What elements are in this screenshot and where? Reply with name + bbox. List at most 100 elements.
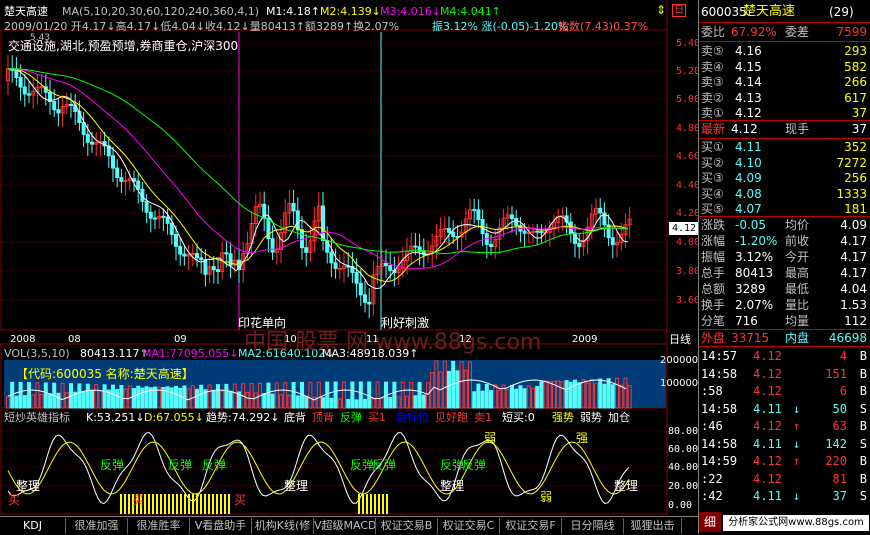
candle-body [178,245,183,255]
candle-body [510,214,514,220]
signal-column [386,494,388,514]
candle-body [148,211,153,219]
signal-column [184,494,186,514]
buy-level-row: 买③ 4.09 256 [701,171,867,185]
candle-body [195,253,199,259]
volume-bar [165,386,170,409]
signal-column [370,494,372,514]
window-toggle-icon[interactable]: 日 [672,4,686,17]
tick-row: :22 4.12 81 B [701,471,867,486]
settings-icon[interactable]: ⇕ [656,4,666,17]
candle-body [203,259,208,275]
volume-bar [270,393,275,409]
price-tick: 5.20 [676,66,701,77]
signal-column [196,494,198,514]
signal-column [164,494,166,514]
buy-level-row: 买⑤ 4.07 181 [701,202,867,216]
indicator-tabs: KDJ 很准加强 很准胜率 V看盘助手 机构K线(修 V超级MACD 权证交易B 权证交易C 权… [0,516,698,535]
volume-bar [564,380,569,409]
indicator-tab[interactable]: 很准加强 [66,518,128,534]
site-banner: 分析家公式网www.88gs.com [723,515,869,531]
volume-bar [329,397,334,409]
candle-body [522,230,527,234]
indicator-signal-label: 买 [132,493,145,507]
indicator-tab[interactable]: V超级MACD [314,518,376,534]
candle-body [489,243,493,247]
tick-row: :42 4.11 ↓ 37 S [701,489,867,503]
candle-body [363,294,367,303]
indicator-signal-label: 反弹 [202,458,227,472]
indicator-tab[interactable]: V看盘助手 [190,518,252,534]
stat-row: 分笔 716 均量 112 [701,314,867,328]
candle-body [321,205,325,242]
ohlc-info: 2009/01/20 开4.17↓高4.17↓低4.04↓收4.12↓量8041… [4,20,400,33]
period-label[interactable]: 日线 [669,333,691,346]
date-tick: 08 [68,334,81,345]
volume-bar [489,390,493,409]
price-tick: 5.40 [676,38,701,49]
signal-column [188,494,190,514]
volume-bar [367,381,372,409]
volume-bar [333,381,338,409]
indicator-legend-item: 弱势 [580,411,602,424]
candle-body [174,233,178,247]
candle-body [190,253,195,256]
candle-body [165,216,170,224]
signal-column [228,494,230,514]
volume-bar [144,386,149,409]
kline-chart[interactable] [0,0,698,516]
price-tick: 4.60 [676,151,701,162]
indicator-tab[interactable]: 权证交易B [376,518,438,534]
indicator-signal-label: 买 [234,493,247,507]
volume-bar [102,384,107,409]
tick-row: :58 4.12 6 B [701,384,867,398]
indicator-legend-item: 强势 [552,411,574,424]
sell-level-row: 卖② 4.13 617 [701,90,867,105]
detail-tab[interactable]: 细 [699,512,721,532]
volume-bar [136,385,141,409]
candle-body [304,247,309,253]
indicator-legend-item: 短买:0 [502,411,535,424]
price-tick: 3.80 [676,266,701,277]
indicator-tab[interactable]: 权证交易F [500,518,562,534]
signal-column [362,494,364,514]
volume-bar [111,384,115,409]
indicator-legend-item: 见好跑 [435,411,468,424]
volume-bar [228,390,233,409]
indicator-tab[interactable]: 机构K线(修 [252,518,314,534]
signal-column [216,494,218,514]
tick-row: 14:58 4.12 151 B [701,366,867,381]
stock-code: 600035 [701,5,747,19]
volume-bar [291,382,296,409]
candle-body [224,252,229,255]
volume-bar [514,388,519,409]
volume-bar [262,393,267,409]
indicator-tab[interactable]: 狐狸出击 [624,518,682,534]
chart-area[interactable]: 楚天高速 MA(5,10,20,30,60,120,240,360,4,1) M… [0,0,701,516]
candle-body [388,265,393,271]
indicator-legend-item: 加仓 [608,411,630,424]
candle-body [22,86,27,95]
signal-column [148,494,150,514]
indicator-tab[interactable]: 权证交易C [438,518,500,534]
indicator-signal-label: 反弹 [372,458,397,472]
candle-body [577,242,582,248]
signal-column [124,494,126,514]
volume-bar [211,389,216,409]
indicator-signal-label: 反弹 [168,458,193,472]
stat-row: 振幅 3.12% 今开 4.17 [701,250,867,264]
indicator-signal-label: 反弹 [350,458,375,472]
signal-column [224,494,226,514]
indicator-tab[interactable]: KDJ [0,518,66,534]
candle-body [56,109,61,114]
candle-body [90,141,94,145]
candle-body [384,262,388,267]
stat-row: 涨跌 -0.05 均价 4.09 [701,218,867,232]
inout-row: 外盘 33715 内盘 46698 [701,331,867,345]
candle-body [211,266,216,271]
ma-m2: M2:4.139↓ [320,5,381,18]
indicator-tab[interactable]: 很准胜率 [128,518,190,534]
volume-bar [421,394,426,409]
indicator-tab[interactable]: 日分隔线 [562,518,624,534]
indicator-signal-label: 整理 [284,479,309,493]
